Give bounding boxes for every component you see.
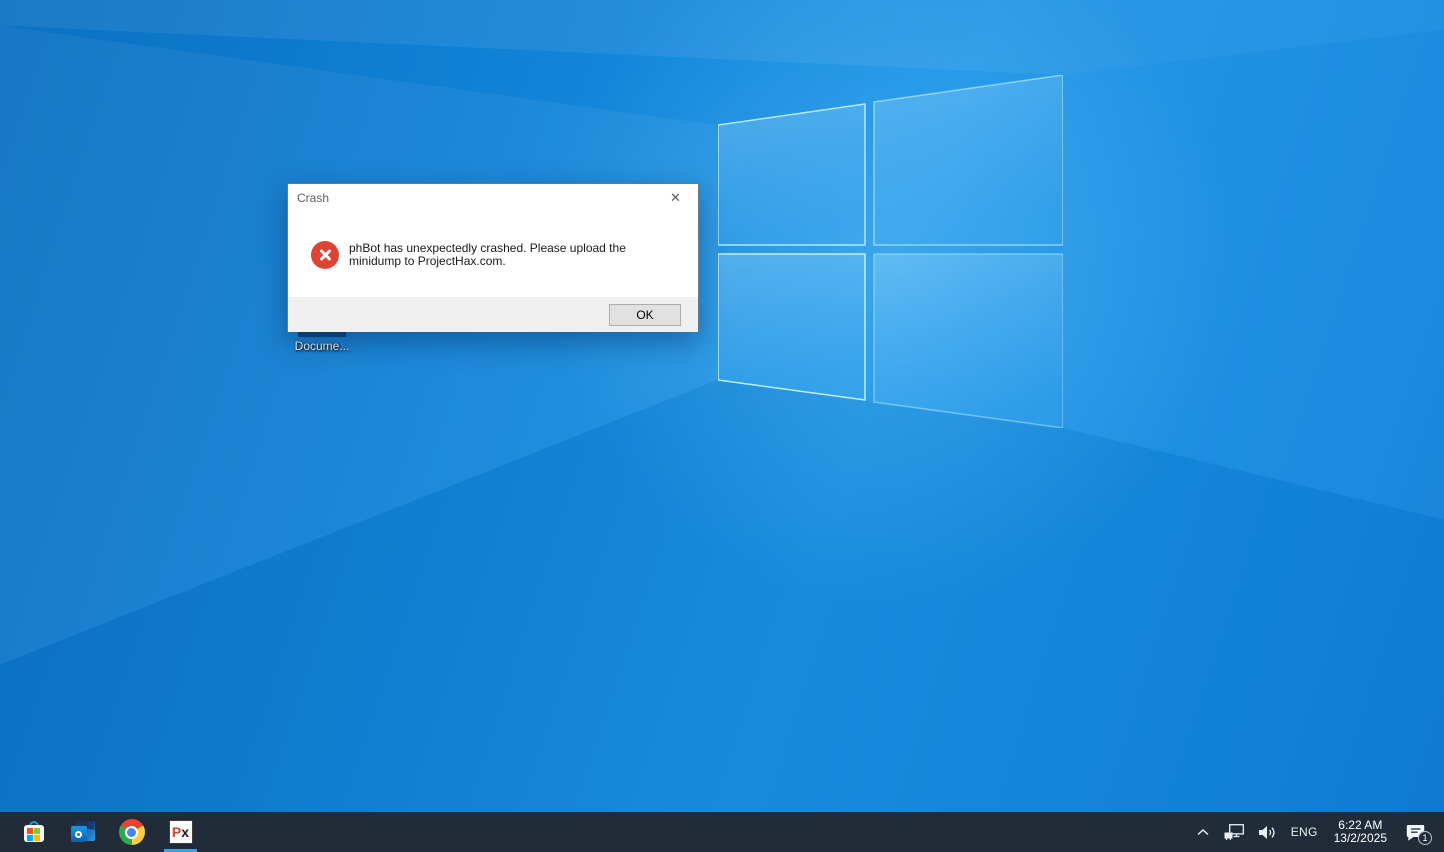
error-circle-x-icon (311, 240, 339, 269)
phbot-icon: Px (168, 820, 193, 844)
dialog-titlebar[interactable]: Crash ✕ (288, 184, 698, 212)
desktop-icon-label: Docume... (294, 339, 350, 353)
language-indicator[interactable]: ENG (1284, 812, 1325, 852)
action-center-button[interactable]: 1 (1396, 812, 1438, 852)
desktop-icon-documents[interactable]: Docume... (288, 330, 356, 353)
clock-date: 13/2/2025 (1333, 831, 1387, 845)
volume-icon[interactable] (1252, 812, 1284, 852)
notification-badge: 1 (1418, 831, 1432, 845)
outlook-icon (70, 819, 96, 845)
dialog-body: phBot has unexpectedly crashed. Please u… (288, 212, 698, 297)
dialog-title: Crash (297, 191, 330, 205)
desktop-wallpaper[interactable] (0, 0, 1444, 852)
dialog-footer: OK (288, 297, 698, 332)
ok-button[interactable]: OK (609, 304, 681, 326)
system-tray: ENG 6:22 AM 13/2/2025 1 (1189, 812, 1444, 852)
taskbar-apps: Px (0, 812, 205, 852)
network-ethernet-icon[interactable] (1217, 812, 1252, 852)
taskbar-button-phbot[interactable]: Px (156, 812, 205, 852)
taskbar-button-microsoft-store[interactable] (9, 812, 58, 852)
taskbar-button-outlook[interactable] (58, 812, 107, 852)
taskbar: Px ENG 6:22 AM 13/2/2025 1 (0, 812, 1444, 852)
chevron-up-icon[interactable] (1189, 812, 1217, 852)
chrome-icon (118, 819, 145, 845)
windows-logo (717, 74, 1064, 429)
microsoft-store-icon (21, 819, 47, 845)
close-icon[interactable]: ✕ (653, 184, 698, 212)
taskbar-button-chrome[interactable] (107, 812, 156, 852)
clock[interactable]: 6:22 AM 13/2/2025 (1325, 819, 1396, 845)
dialog-message: phBot has unexpectedly crashed. Please u… (349, 240, 626, 268)
crash-dialog: Crash ✕ phBot has unexpectedly crashed. … (287, 183, 699, 332)
